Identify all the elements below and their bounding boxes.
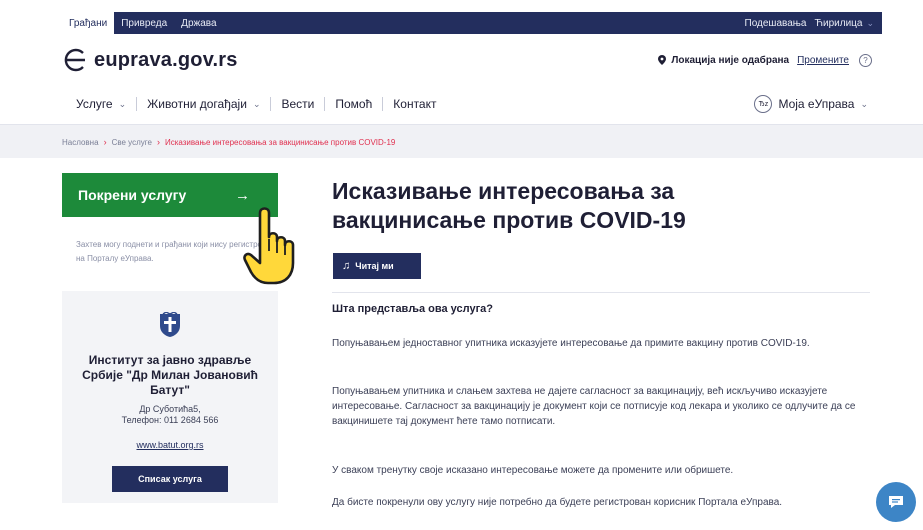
- nav-divider: [270, 97, 272, 111]
- help-icon[interactable]: ?: [859, 53, 872, 67]
- nav-contact[interactable]: Контакт: [393, 97, 436, 111]
- chevron-down-icon: ⌄: [118, 98, 127, 109]
- read-aloud-button[interactable]: ♫ Читај ми: [333, 253, 421, 279]
- top-bar: Грађани Привреда Држава Подешавања Ћирил…: [62, 12, 882, 34]
- section-heading: Шта представља ова услуга?: [332, 303, 493, 315]
- chat-button[interactable]: [876, 482, 916, 522]
- chevron-down-icon: ⌄: [252, 98, 261, 109]
- main-nav: Услуге ⌄ Животни догађаји ⌄ Вести Помоћ …: [62, 88, 882, 120]
- chevron-down-icon: ⌄: [860, 98, 868, 109]
- logo-e-icon: [62, 45, 88, 75]
- nav-help[interactable]: Помоћ: [335, 97, 372, 111]
- description-paragraph: Попуњавањем једноставног упитника исказу…: [332, 338, 810, 349]
- change-location-link[interactable]: Промените: [797, 55, 849, 66]
- breadcrumb-current: Исказивање интересовања за вакцинисање п…: [164, 137, 396, 147]
- breadcrumb-bar: Насловна › Све услуге › Исказивање интер…: [0, 124, 923, 158]
- nav-services[interactable]: Услуге ⌄: [76, 97, 126, 111]
- institution-website-link[interactable]: www.batut.org.rs: [136, 440, 203, 450]
- logo[interactable]: euprava.gov.rs: [62, 45, 238, 75]
- chevron-down-icon[interactable]: ⌄: [866, 18, 874, 29]
- institution-card: Институт за јавно здравље Србије "Др Мил…: [62, 291, 278, 503]
- institution-phone: Телефон: 011 2684 566: [121, 415, 219, 425]
- my-account-label: Моја еУправа: [778, 97, 855, 111]
- script-selector[interactable]: Ћирилица: [814, 18, 862, 29]
- site-header: euprava.gov.rs Локација није одабрана Пр…: [62, 34, 882, 86]
- nav-divider: [136, 97, 138, 111]
- nav-divider: [382, 97, 384, 111]
- breadcrumb-all-services[interactable]: Све услуге: [112, 138, 152, 147]
- pointing-hand-icon: [243, 207, 295, 285]
- tab-citizens[interactable]: Грађани: [62, 12, 115, 34]
- description-paragraph: Попуњавањем упитника и слањем захтева не…: [332, 386, 856, 427]
- location-pin-icon: [658, 55, 667, 65]
- read-aloud-icon: ♫: [342, 260, 351, 272]
- account-icon: Ђz: [754, 95, 773, 113]
- nav-news[interactable]: Вести: [281, 97, 314, 111]
- institution-name: Институт за јавно здравље Србије "Др Мил…: [82, 353, 258, 397]
- location-bar: Локација није одабрана Промените ?: [658, 53, 882, 67]
- page: Грађани Привреда Држава Подешавања Ћирил…: [0, 0, 923, 530]
- settings-link[interactable]: Подешавања: [745, 18, 807, 29]
- description-paragraph: Да бисте покренули ову услугу није потре…: [332, 497, 783, 508]
- breadcrumb-separator: ›: [156, 137, 160, 147]
- my-account-menu[interactable]: Ђz Моја еУправа ⌄: [754, 95, 868, 113]
- start-service-label: Покрени услугу: [78, 187, 187, 203]
- location-status: Локација није одабрана: [671, 54, 790, 66]
- nav-divider: [324, 97, 326, 111]
- breadcrumb: Насловна › Све услуге › Исказивање интер…: [62, 125, 395, 159]
- breadcrumb-separator: ›: [103, 137, 107, 147]
- institution-address: Др Суботића5,: [139, 404, 201, 414]
- top-bar-right: Подешавања Ћирилица ⌄: [737, 12, 883, 34]
- breadcrumb-home[interactable]: Насловна: [62, 138, 99, 147]
- nav-life-events[interactable]: Животни догађаји ⌄: [147, 97, 260, 111]
- arrow-right-icon: →: [235, 186, 250, 204]
- section-divider: [332, 292, 870, 293]
- chat-icon: [889, 496, 903, 508]
- description-paragraph: У сваком тренутку своје исказано интерес…: [332, 465, 734, 476]
- institution-crest-icon: [160, 311, 180, 337]
- tab-business[interactable]: Привреда: [114, 12, 174, 34]
- services-list-button[interactable]: Списак услуга: [112, 466, 228, 492]
- site-name: euprava.gov.rs: [94, 48, 238, 71]
- tab-state[interactable]: Држава: [174, 12, 223, 34]
- nav-services-label: Услуге: [76, 97, 113, 111]
- page-title: Исказивање интересовања за вакцинисање п…: [332, 178, 686, 233]
- read-aloud-label: Читај ми: [355, 261, 394, 271]
- nav-life-events-label: Животни догађаји: [147, 97, 247, 111]
